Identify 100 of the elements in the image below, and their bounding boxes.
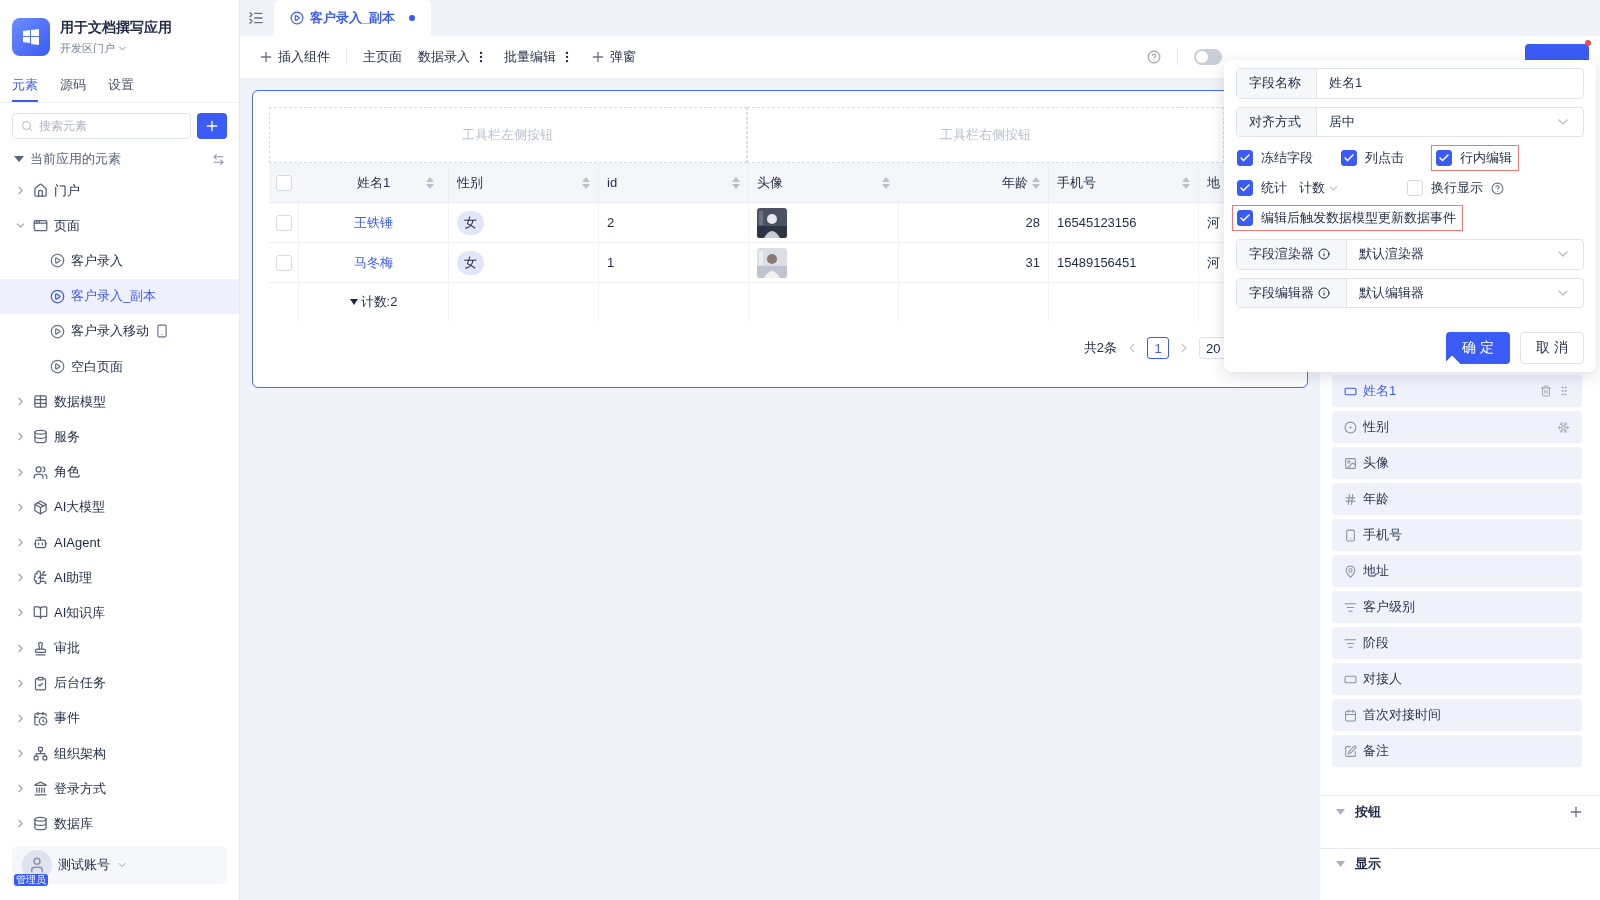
info-icon xyxy=(1318,248,1330,261)
database-icon xyxy=(33,816,48,832)
page-icon xyxy=(50,359,65,375)
add-button[interactable] xyxy=(197,113,227,139)
page-tab[interactable]: 客户录入_副本 xyxy=(274,0,432,36)
checkbox[interactable] xyxy=(1341,150,1357,166)
tree-header: 当前应用的元素 xyxy=(30,150,122,168)
confirm-button[interactable]: 确 定 xyxy=(1446,332,1510,364)
column-header[interactable]: 头像 xyxy=(749,163,899,203)
field-item[interactable]: 对接人 xyxy=(1332,663,1582,695)
table-cell: 16545123156 xyxy=(1057,215,1137,230)
tree-item[interactable]: 门户 xyxy=(0,173,239,209)
toggle-switch[interactable] xyxy=(1194,49,1222,65)
field-item[interactable]: 首次对接时间 xyxy=(1332,699,1582,731)
tree-item[interactable]: 页面 xyxy=(0,208,239,244)
checkbox[interactable] xyxy=(1237,150,1253,166)
tree-item[interactable]: 事件 xyxy=(0,700,239,736)
tree-item[interactable]: 数据库 xyxy=(0,806,239,842)
sidebar-tab[interactable]: 设置 xyxy=(108,76,134,102)
field-item[interactable]: 客户级别 xyxy=(1332,591,1582,623)
tree-item[interactable]: 空白页面 xyxy=(0,348,239,385)
summary-text[interactable]: 计数:2 xyxy=(360,293,398,311)
sort-icon xyxy=(732,176,740,189)
search-field[interactable]: 搜索元素 xyxy=(12,113,191,139)
tree-item[interactable]: 客户录入_副本 xyxy=(0,278,239,314)
name-link[interactable]: 王铁锤 xyxy=(354,213,393,232)
column-header[interactable]: 手机号 xyxy=(1049,163,1199,203)
cancel-button[interactable]: 取 消 xyxy=(1520,332,1584,364)
help-icon[interactable] xyxy=(1147,50,1161,64)
checkbox[interactable] xyxy=(1237,210,1253,226)
collapse-icon[interactable] xyxy=(248,10,264,26)
page-icon xyxy=(50,288,65,304)
renderer-select[interactable]: 字段渲染器 默认渲染器 xyxy=(1236,239,1584,270)
sidebar-tab[interactable]: 元素 xyxy=(12,76,38,102)
stat-select[interactable]: 计数 xyxy=(1299,179,1340,197)
field-item[interactable]: 地址 xyxy=(1332,555,1582,587)
table-cell: 28 xyxy=(1025,215,1040,230)
tree-item[interactable]: AI知识库 xyxy=(0,595,239,631)
landmark-icon xyxy=(33,781,48,797)
tree-item[interactable]: 登录方式 xyxy=(0,771,239,807)
tree-item[interactable]: 角色 xyxy=(0,454,239,490)
toolbar-menu[interactable]: 数据录入 xyxy=(418,48,488,66)
field-item[interactable]: 阶段 xyxy=(1332,627,1582,659)
package-icon xyxy=(33,499,48,515)
field-name-input[interactable]: 字段名称 姓名1 xyxy=(1236,68,1584,99)
caret-down-icon[interactable] xyxy=(349,299,358,305)
window-icon xyxy=(33,218,48,234)
toolbar-menu[interactable]: 批量编辑 xyxy=(504,48,574,66)
drag-handle-icon[interactable] xyxy=(1558,385,1570,397)
sort-icon xyxy=(882,176,890,189)
portal-selector[interactable]: 开发区门户 xyxy=(60,40,172,56)
table-cell: 河 xyxy=(1207,253,1220,272)
field-item[interactable]: 头像 xyxy=(1332,447,1582,479)
toolbar-button[interactable]: 插入组件 xyxy=(258,48,330,66)
user-card[interactable]: 管理员 测试账号 xyxy=(12,845,227,884)
textarea-icon xyxy=(1344,744,1357,758)
tree-item[interactable]: 后台任务 xyxy=(0,665,239,701)
field-item[interactable]: 备注 xyxy=(1332,735,1582,767)
tree-item[interactable]: AIAgent xyxy=(0,524,239,561)
table-cell: 河 xyxy=(1207,213,1220,232)
tree-item[interactable]: 数据模型 xyxy=(0,384,239,420)
field-item[interactable]: 姓名1 xyxy=(1332,375,1582,407)
table-cell: 15489156451 xyxy=(1057,255,1137,270)
table-icon xyxy=(33,394,48,410)
checkbox[interactable] xyxy=(1436,150,1452,166)
tree-item[interactable]: 服务 xyxy=(0,419,239,455)
toolbar-button[interactable]: 弹窗 xyxy=(590,48,636,66)
editor-select[interactable]: 字段编辑器 默认编辑器 xyxy=(1236,277,1584,308)
column-header[interactable]: id xyxy=(599,163,749,203)
tree-item[interactable]: 审批 xyxy=(0,630,239,666)
tree-item[interactable]: 组织架构 xyxy=(0,736,239,772)
clipboard-icon xyxy=(33,675,48,691)
app-name: 用于文档撰写应用 xyxy=(60,18,172,37)
checkbox-label: 行内编辑 xyxy=(1460,149,1512,167)
column-header[interactable]: 姓名1 xyxy=(299,163,449,203)
trash-icon[interactable] xyxy=(1540,385,1552,397)
image-icon xyxy=(1344,456,1357,470)
column-header[interactable]: 年龄 xyxy=(899,163,1049,203)
name-link[interactable]: 马冬梅 xyxy=(354,253,393,272)
checkbox-label: 列点击 xyxy=(1365,149,1404,167)
phone-icon xyxy=(155,324,169,339)
tree-item[interactable]: 客户录入 xyxy=(0,243,239,279)
check-icon xyxy=(1239,152,1251,164)
tree-item[interactable]: 客户录入移动 xyxy=(0,313,239,349)
checkbox[interactable] xyxy=(1237,180,1253,196)
sidebar-tab[interactable]: 源码 xyxy=(60,76,86,102)
page-number[interactable]: 1 xyxy=(1147,337,1169,359)
swap-icon[interactable] xyxy=(212,152,225,166)
tree-item[interactable]: AI助理 xyxy=(0,560,239,596)
tree-item[interactable]: AI大模型 xyxy=(0,489,239,525)
brain-icon xyxy=(33,570,48,586)
toolbar-button[interactable]: 主页面 xyxy=(363,48,402,66)
section-title: 按钮 xyxy=(1355,802,1382,821)
field-item[interactable]: 年龄 xyxy=(1332,483,1582,515)
align-select[interactable]: 对齐方式 居中 xyxy=(1236,106,1584,137)
plus-icon xyxy=(590,49,606,65)
field-item[interactable]: 手机号 xyxy=(1332,519,1582,551)
column-header[interactable]: 性别 xyxy=(449,163,599,203)
sort-icon xyxy=(426,176,434,189)
field-item[interactable]: 性别 xyxy=(1332,411,1582,443)
